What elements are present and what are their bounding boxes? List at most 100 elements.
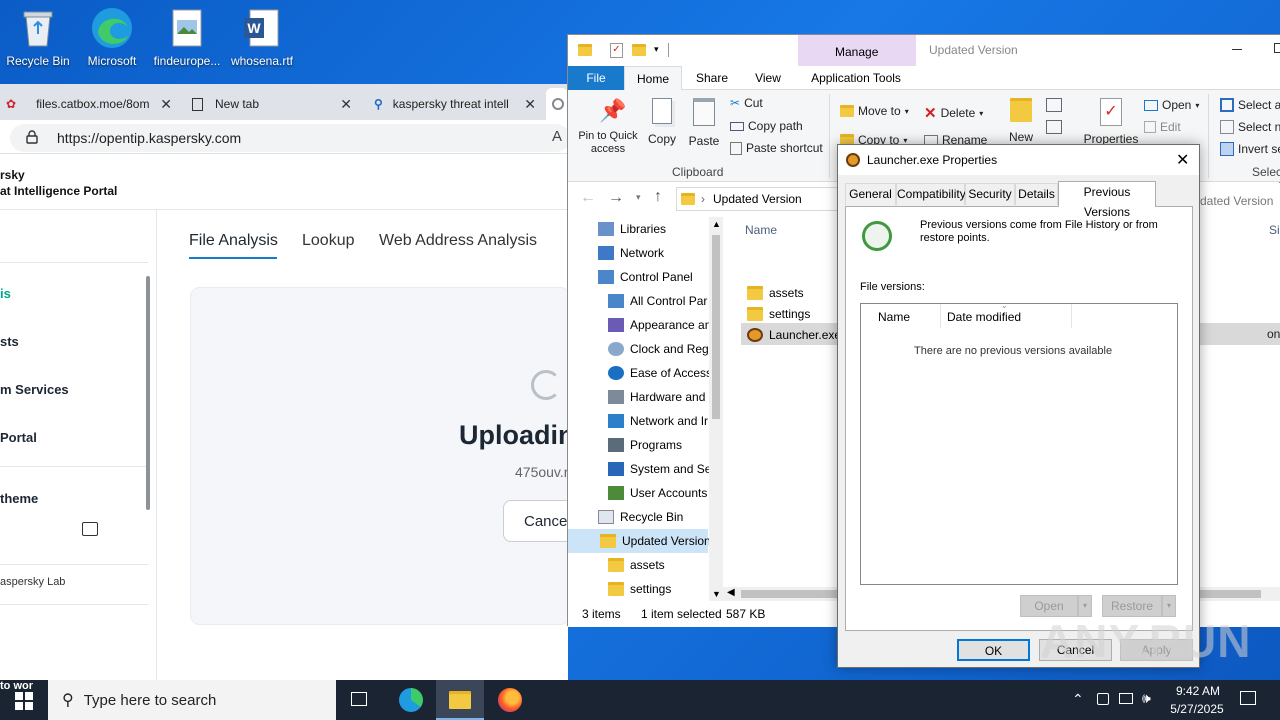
- copy-button[interactable]: Copy: [646, 98, 678, 146]
- new-folder-button[interactable]: New: [1004, 98, 1038, 144]
- quick-access-dropdown-icon[interactable]: ▾: [654, 44, 659, 55]
- select-none-button[interactable]: Select n: [1220, 120, 1280, 134]
- move-to-icon: [840, 105, 854, 117]
- word-document-icon: W: [240, 6, 284, 50]
- close-tab-icon[interactable]: ✕: [160, 96, 172, 113]
- tab-general[interactable]: General: [845, 183, 896, 205]
- properties-quick-icon[interactable]: ✓: [610, 43, 623, 58]
- taskbar-firefox[interactable]: [486, 680, 534, 720]
- url-field[interactable]: https://opentip.kaspersky.com A: [10, 124, 570, 152]
- separator: [668, 43, 669, 57]
- close-tab-icon[interactable]: ✕: [524, 96, 536, 113]
- volume-icon[interactable]: 🕪: [1142, 690, 1151, 707]
- clock-date[interactable]: 5/27/2025: [1166, 702, 1228, 716]
- network-icon[interactable]: [1119, 693, 1133, 704]
- ok-button[interactable]: OK: [957, 639, 1030, 661]
- invert-selection-button[interactable]: Invert se: [1220, 142, 1280, 156]
- clock-time[interactable]: 9:42 AM: [1173, 684, 1223, 698]
- ribbon-tab-home[interactable]: Home: [624, 66, 682, 90]
- feedback-icon[interactable]: [82, 522, 98, 536]
- recycle-bin-icon: [598, 510, 614, 524]
- desktop-icon-whosena[interactable]: W whosena.rtf: [224, 0, 300, 68]
- address-field[interactable]: › Updated Version: [676, 187, 838, 211]
- paste-button[interactable]: Paste: [686, 98, 722, 148]
- easy-access-icon[interactable]: [1046, 120, 1062, 134]
- up-arrow-icon[interactable]: ↑: [654, 188, 662, 206]
- ribbon-tab-view[interactable]: View: [742, 66, 794, 90]
- browser-tab-active[interactable]: [546, 88, 568, 120]
- back-arrow-icon[interactable]: ←: [580, 189, 596, 207]
- tab-compatibility[interactable]: Compatibility: [896, 183, 966, 205]
- taskbar-file-explorer[interactable]: [436, 680, 484, 720]
- dropdown-arrow-icon: ▾: [1166, 601, 1171, 610]
- tray-device-icon[interactable]: [1097, 693, 1109, 705]
- minimize-icon[interactable]: [1232, 49, 1242, 50]
- file-versions-label: File versions:: [860, 281, 925, 293]
- column-header-name[interactable]: Name: [745, 223, 777, 237]
- close-tab-icon[interactable]: ✕: [340, 96, 352, 113]
- scroll-thumb[interactable]: [712, 235, 720, 419]
- tab-lookup[interactable]: Lookup: [302, 232, 355, 250]
- sidebar-item-analysis[interactable]: is: [0, 286, 148, 301]
- edit-button[interactable]: Edit: [1144, 120, 1181, 134]
- sidebar-item-services[interactable]: m Services: [0, 382, 148, 397]
- desktop-icon-findeurope[interactable]: findeurope...: [149, 0, 225, 68]
- nav-label: Ease of Access: [630, 366, 713, 380]
- new-folder-quick-icon[interactable]: [632, 44, 646, 56]
- column-header-size[interactable]: Siz: [1269, 223, 1280, 237]
- new-item-icon[interactable]: [1046, 98, 1062, 112]
- cut-button[interactable]: ✂ Cut: [730, 96, 763, 110]
- tab-previous-versions[interactable]: Previous Versions: [1058, 181, 1156, 219]
- nav-scrollbar[interactable]: ▲ ▼: [709, 217, 723, 601]
- properties-icon: ✓: [1100, 98, 1122, 126]
- select-all-button[interactable]: Select al: [1220, 98, 1280, 112]
- column-header-date-modified[interactable]: Date modified: [947, 310, 1021, 324]
- open-button[interactable]: Open ▾: [1144, 98, 1199, 112]
- nav-label: All Control Par: [630, 294, 708, 308]
- tab-file-analysis[interactable]: File Analysis: [189, 232, 278, 250]
- nav-label: Appearance an: [630, 318, 712, 332]
- ribbon-tab-application-tools[interactable]: Application Tools: [800, 66, 912, 90]
- desktop-icon-recycle-bin[interactable]: Recycle Bin: [0, 0, 76, 68]
- tray-overflow-icon[interactable]: ⌃: [1072, 691, 1084, 708]
- sidebar-item-requests[interactable]: sts: [0, 334, 148, 349]
- sidebar-scrollbar[interactable]: [146, 276, 150, 510]
- tab-title: kaspersky threat intelli: [392, 97, 509, 111]
- cancel-upload-button[interactable]: Cance: [503, 500, 573, 542]
- versions-list[interactable]: Name Date modified ⌄ There are no previo…: [860, 301, 1178, 585]
- delete-button[interactable]: ✕ Delete ▾: [924, 104, 983, 122]
- notifications-icon[interactable]: [1240, 691, 1256, 705]
- browser-tab[interactable]: New tab ✕: [182, 88, 360, 120]
- close-icon[interactable]: ✕: [1176, 150, 1189, 170]
- sidebar-item-portal[interactable]: Portal: [0, 430, 148, 445]
- tab-security[interactable]: Security: [965, 183, 1015, 205]
- sidebar-divider: [156, 210, 157, 680]
- search-box-placeholder[interactable]: dated Version: [1200, 194, 1273, 208]
- sidebar-item-theme[interactable]: theme: [0, 491, 148, 506]
- read-aloud-icon[interactable]: A: [552, 128, 562, 145]
- brand-subtitle: at Intelligence Portal: [0, 184, 118, 198]
- taskbar-search-box[interactable]: ⚲ Type here to search: [48, 680, 336, 720]
- ribbon-tab-file[interactable]: File: [568, 66, 624, 90]
- browser-tab[interactable]: ⚲ kaspersky threat intelli ✕: [364, 88, 544, 120]
- manage-tab-group[interactable]: Manage: [798, 35, 916, 66]
- browser-tab[interactable]: ✿ files.catbox.moe/8om ✕: [0, 88, 180, 120]
- folder-icon: [681, 193, 695, 205]
- ribbon-tab-share[interactable]: Share: [686, 66, 738, 90]
- task-view-button[interactable]: [336, 680, 384, 720]
- pin-to-quick-access-button[interactable]: 📌 Pin to Quick access: [574, 98, 642, 156]
- tab-web-address-analysis[interactable]: Web Address Analysis: [379, 232, 537, 250]
- tab-label: Web Address Analysis: [379, 232, 538, 249]
- taskbar-edge[interactable]: [386, 680, 434, 720]
- forward-arrow-icon[interactable]: →: [608, 189, 624, 207]
- paste-shortcut-button[interactable]: Paste shortcut: [730, 141, 823, 155]
- properties-button[interactable]: ✓ Properties: [1082, 98, 1140, 146]
- move-to-button[interactable]: Move to ▾: [840, 104, 909, 118]
- column-header-name[interactable]: Name: [878, 310, 910, 324]
- tab-details[interactable]: Details: [1015, 183, 1058, 205]
- recent-dropdown-icon[interactable]: ▾: [636, 192, 641, 203]
- maximize-icon[interactable]: [1274, 43, 1280, 53]
- desktop-icon-edge[interactable]: Microsoft: [74, 0, 150, 68]
- restore-clock-icon: [862, 221, 892, 251]
- copy-path-button[interactable]: Copy path: [730, 119, 803, 133]
